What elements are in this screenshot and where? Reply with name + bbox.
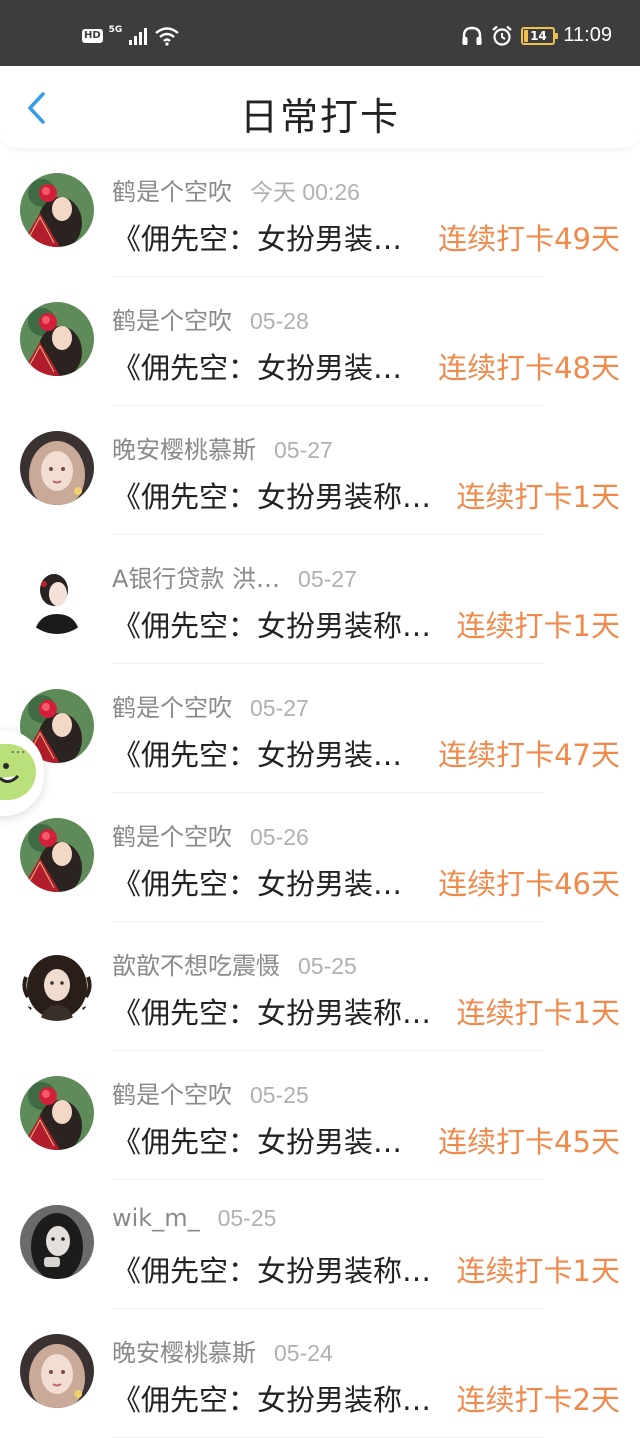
status-left: HD 5G — [82, 25, 180, 46]
avatar[interactable] — [20, 1076, 94, 1150]
status-bar: HD 5G 14 11:09 — [0, 0, 640, 66]
signal-icon — [129, 28, 148, 45]
post-date: 05-27 — [250, 695, 309, 721]
avatar[interactable] — [20, 560, 94, 634]
post-title[interactable]: 《佣先空：女扮男装称… — [112, 1248, 431, 1290]
wifi-icon — [155, 27, 180, 46]
user-name[interactable]: 歆歆不想吃震慑 — [112, 946, 280, 981]
clock: 11:09 — [563, 24, 612, 46]
page-header: 日常打卡 — [0, 66, 640, 148]
item-meta: 鹤是个空吹 05-27 — [112, 688, 309, 723]
list-item[interactable]: 鹤是个空吹 05-27 《佣先空：女扮男装… 连续打卡47天 — [0, 664, 640, 793]
streak-label: 连续打卡48天 — [438, 351, 620, 385]
hd-badge: HD — [82, 29, 103, 43]
post-date: 05-28 — [250, 308, 309, 334]
post-title[interactable]: 《佣先空：女扮男装称… — [112, 1377, 431, 1419]
post-title[interactable]: 《佣先空：女扮男装… — [112, 345, 402, 387]
list-item[interactable]: 晚安樱桃慕斯 05-27 《佣先空：女扮男装称… 连续打卡1天 — [0, 406, 640, 535]
streak-label: 连续打卡49天 — [438, 222, 620, 256]
post-title[interactable]: 《佣先空：女扮男装称… — [112, 990, 431, 1032]
list-item[interactable]: 歆歆不想吃震慑 05-25 《佣先空：女扮男装称… 连续打卡1天 — [0, 922, 640, 1051]
streak-label: 连续打卡1天 — [456, 480, 620, 514]
item-meta: 晚安樱桃慕斯 05-24 — [112, 1333, 333, 1368]
battery-icon: 14 — [521, 26, 559, 45]
item-meta: 鹤是个空吹 今天 00:26 — [112, 172, 360, 207]
item-meta: 鹤是个空吹 05-28 — [112, 301, 309, 336]
avatar[interactable] — [20, 1205, 94, 1279]
item-meta: 鹤是个空吹 05-26 — [112, 817, 309, 852]
post-title[interactable]: 《佣先空：女扮男装称… — [112, 474, 431, 516]
user-name[interactable]: 鹤是个空吹 — [112, 1075, 232, 1110]
avatar-image — [20, 431, 94, 505]
alarm-icon — [492, 25, 513, 46]
post-date: 05-27 — [298, 566, 357, 592]
checkin-list: 鹤是个空吹 今天 00:26 《佣先空：女扮男装… 连续打卡49天 鹤是个空吹 … — [0, 148, 640, 1438]
user-name[interactable]: 晚安樱桃慕斯 — [112, 1333, 256, 1368]
streak-label: 连续打卡2天 — [456, 1383, 620, 1417]
list-item[interactable]: 鹤是个空吹 05-28 《佣先空：女扮男装… 连续打卡48天 — [0, 277, 640, 406]
streak-label: 连续打卡47天 — [438, 738, 620, 772]
avatar[interactable] — [20, 302, 94, 376]
streak-label: 连续打卡1天 — [456, 609, 620, 643]
streak-label: 连续打卡1天 — [456, 1254, 620, 1288]
list-item[interactable]: 晚安樱桃慕斯 05-24 《佣先空：女扮男装称… 连续打卡2天 — [0, 1309, 640, 1438]
post-title[interactable]: 《佣先空：女扮男装称… — [112, 603, 431, 645]
post-title[interactable]: 《佣先空：女扮男装… — [112, 216, 402, 258]
avatar-image — [20, 302, 94, 376]
avatar[interactable] — [20, 431, 94, 505]
post-date: 05-25 — [217, 1205, 277, 1231]
avatar-image — [20, 818, 94, 892]
headphones-icon — [462, 26, 482, 45]
post-date: 05-25 — [298, 953, 357, 979]
item-meta: 歆歆不想吃震慑 05-25 — [112, 946, 357, 981]
user-name[interactable]: 晚安樱桃慕斯 — [112, 430, 256, 465]
streak-label: 连续打卡1天 — [456, 996, 620, 1030]
user-name[interactable]: A银行贷款 洪… — [112, 559, 280, 594]
avatar-image — [20, 1334, 94, 1408]
user-name[interactable]: 鹤是个空吹 — [112, 817, 232, 852]
more-dots: … — [10, 738, 26, 757]
item-meta: 鹤是个空吹 05-25 — [112, 1075, 309, 1110]
streak-label: 连续打卡45天 — [438, 1125, 620, 1159]
post-date: 05-27 — [274, 437, 333, 463]
avatar[interactable] — [20, 1334, 94, 1408]
avatar[interactable] — [20, 947, 94, 1021]
list-item[interactable]: A银行贷款 洪… 05-27 《佣先空：女扮男装称… 连续打卡1天 — [0, 535, 640, 664]
post-title[interactable]: 《佣先空：女扮男装… — [112, 1119, 402, 1161]
avatar-image — [20, 560, 94, 634]
avatar-image — [20, 173, 94, 247]
page-title: 日常打卡 — [239, 95, 400, 139]
network-label: 5G — [108, 25, 123, 35]
item-meta: A银行贷款 洪… 05-27 — [112, 559, 357, 594]
item-meta: 晚安樱桃慕斯 05-27 — [112, 430, 333, 465]
post-date: 05-25 — [250, 1082, 309, 1108]
list-item[interactable]: 鹤是个空吹 05-25 《佣先空：女扮男装… 连续打卡45天 — [0, 1051, 640, 1180]
post-date: 05-26 — [250, 824, 309, 850]
post-title[interactable]: 《佣先空：女扮男装… — [112, 861, 402, 903]
battery-level: 14 — [530, 28, 547, 43]
post-date: 今天 00:26 — [250, 179, 360, 205]
post-title[interactable]: 《佣先空：女扮男装… — [112, 732, 402, 774]
status-right: 14 11:09 — [461, 24, 612, 47]
user-name[interactable]: 鹤是个空吹 — [112, 172, 232, 207]
avatar-image — [20, 1205, 94, 1279]
post-date: 05-24 — [274, 1340, 333, 1366]
avatar[interactable] — [20, 818, 94, 892]
streak-label: 连续打卡46天 — [438, 867, 620, 901]
item-meta: wik_m_ 05-25 — [112, 1204, 276, 1232]
avatar[interactable] — [20, 173, 94, 247]
avatar-image — [20, 947, 94, 1021]
list-item[interactable]: 鹤是个空吹 05-26 《佣先空：女扮男装… 连续打卡46天 — [0, 793, 640, 922]
user-name[interactable]: wik_m_ — [112, 1204, 200, 1232]
user-name[interactable]: 鹤是个空吹 — [112, 301, 232, 336]
list-item[interactable]: 鹤是个空吹 今天 00:26 《佣先空：女扮男装… 连续打卡49天 — [0, 148, 640, 277]
list-item[interactable]: wik_m_ 05-25 《佣先空：女扮男装称… 连续打卡1天 — [0, 1180, 640, 1309]
avatar-image — [20, 1076, 94, 1150]
user-name[interactable]: 鹤是个空吹 — [112, 688, 232, 723]
